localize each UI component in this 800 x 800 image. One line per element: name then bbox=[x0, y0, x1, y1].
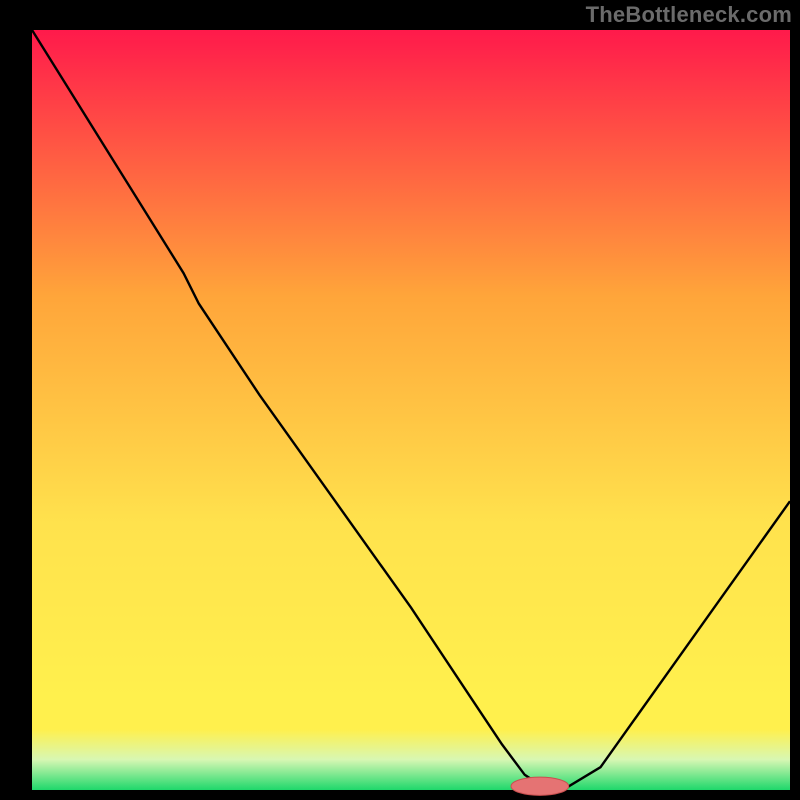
chart-stage: TheBottleneck.com bbox=[0, 0, 800, 800]
plot-gradient-background bbox=[32, 30, 790, 790]
watermark-text: TheBottleneck.com bbox=[586, 2, 792, 28]
bottleneck-chart bbox=[0, 0, 800, 800]
optimal-point-marker bbox=[511, 777, 569, 795]
